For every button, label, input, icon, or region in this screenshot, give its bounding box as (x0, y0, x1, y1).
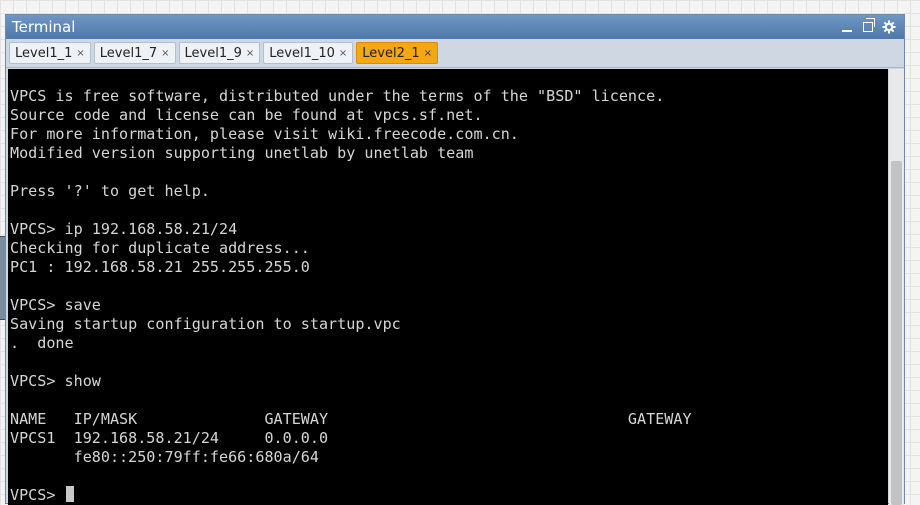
tab-label: Level1_9 (184, 45, 242, 61)
close-icon[interactable]: × (424, 48, 432, 59)
tab-level1-7[interactable]: Level1_7 × (93, 42, 176, 64)
tab-label: Level1_10 (269, 45, 335, 61)
tab-level1-10[interactable]: Level1_10 × (263, 42, 354, 64)
terminal-prompt: VPCS> (10, 486, 65, 504)
terminal-line: VPCS is free software, distributed under… (10, 87, 665, 105)
tab-label: Level1_1 (15, 45, 73, 61)
tab-level1-1[interactable]: Level1_1 × (9, 42, 91, 64)
close-icon[interactable]: × (76, 48, 84, 59)
terminal-line: Saving startup configuration to startup.… (10, 315, 401, 333)
gear-icon[interactable] (882, 20, 896, 34)
terminal-line: VPCS> save (10, 296, 101, 314)
terminal-line: VPCS> show (10, 372, 101, 390)
terminal-line: VPCS> ip 192.168.58.21/24 (10, 220, 238, 238)
close-icon[interactable]: × (339, 48, 347, 59)
terminal-line: For more information, please visit wiki.… (10, 125, 519, 143)
tab-level1-9[interactable]: Level1_9 × (178, 42, 261, 64)
window-controls (840, 15, 896, 39)
tab-label: Level2_1 (362, 45, 420, 61)
window-titlebar[interactable]: Terminal (6, 15, 904, 39)
terminal-line: Modified version supporting unetlab by u… (10, 144, 474, 162)
terminal-line: . done (10, 334, 74, 352)
close-icon[interactable]: × (161, 48, 169, 59)
terminal-line: Source code and license can be found at … (10, 106, 483, 124)
minimize-icon[interactable] (840, 20, 854, 34)
terminal-line: fe80::250:79ff:fe66:680a/64 (10, 448, 319, 466)
tab-label: Level1_7 (99, 45, 158, 61)
terminal-line: PC1 : 192.168.58.21 255.255.255.0 (10, 258, 310, 276)
scrollbar-thumb[interactable] (891, 161, 902, 505)
close-icon[interactable]: × (246, 48, 254, 59)
terminal-window: Terminal Level1_1 × Level1_7 × Level1_9 × Leve… (5, 14, 905, 505)
terminal-line: Press '?' to get help. (10, 182, 210, 200)
terminal-line: NAME IP/MASK GATEWAY GATEWAY (10, 410, 692, 428)
terminal-line: VPCS1 192.168.58.21/24 0.0.0.0 (10, 429, 329, 447)
restore-icon[interactable] (861, 18, 875, 34)
terminal-output[interactable]: VPCS is free software, distributed under… (8, 69, 888, 505)
window-title: Terminal (12, 18, 76, 36)
tab-level2-1[interactable]: Level2_1 × (356, 42, 439, 64)
tab-bar: Level1_1 × Level1_7 × Level1_9 × Level1_10 × Lev… (6, 39, 904, 68)
terminal-scrollbar[interactable] (889, 69, 904, 505)
terminal-cursor (65, 486, 74, 502)
terminal-prompt-line[interactable]: VPCS> (10, 486, 74, 505)
terminal-line: Checking for duplicate address... (10, 239, 310, 257)
